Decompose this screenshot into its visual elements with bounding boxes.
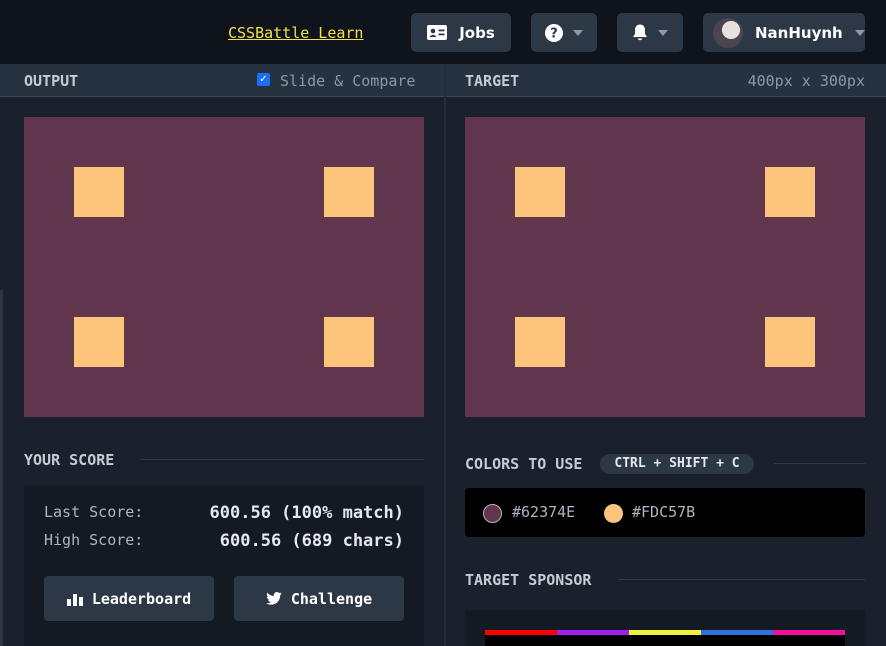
chevron-down-icon xyxy=(854,29,865,36)
panel-divider[interactable] xyxy=(444,64,446,646)
top-bar: CSSBattle Learn Jobs ? NanHuynh xyxy=(0,0,886,64)
section-divider xyxy=(140,459,424,460)
bell-icon xyxy=(633,24,647,40)
chevron-down-icon xyxy=(658,29,668,36)
output-title: OUTPUT xyxy=(24,72,79,90)
high-score-label: High Score: xyxy=(44,531,144,549)
target-panel-header: TARGET 400px x 300px xyxy=(446,64,886,97)
target-square-top-right xyxy=(765,167,815,217)
color-swatch-1[interactable] xyxy=(483,504,502,523)
svg-text:?: ? xyxy=(550,26,558,41)
cssbattle-learn-link[interactable]: CSSBattle Learn xyxy=(228,24,363,42)
slide-compare-checkbox[interactable]: ✓ xyxy=(257,73,270,86)
target-canvas[interactable] xyxy=(465,117,865,417)
slide-compare-label[interactable]: Slide & Compare xyxy=(280,72,415,90)
chevron-down-icon xyxy=(573,29,583,36)
help-menu-button[interactable]: ? xyxy=(531,13,597,52)
leaderboard-button[interactable]: Leaderboard xyxy=(44,576,214,621)
score-box: Last Score: 600.56 (100% match) High Sco… xyxy=(24,486,424,646)
target-square-bottom-right xyxy=(765,317,815,367)
output-square-top-right xyxy=(324,167,374,217)
user-menu-button[interactable]: NanHuynh xyxy=(703,13,865,52)
color-hex-2[interactable]: #FDC57B xyxy=(632,503,695,521)
user-name: NanHuynh xyxy=(755,23,843,42)
editor-edge xyxy=(0,290,3,646)
sponsor-box[interactable] xyxy=(465,610,865,646)
jobs-label: Jobs xyxy=(459,23,495,42)
color-swatch-2[interactable] xyxy=(604,504,623,523)
target-title: TARGET xyxy=(465,72,520,90)
output-square-bottom-left xyxy=(74,317,124,367)
notifications-button[interactable] xyxy=(617,13,683,52)
sponsor-banner xyxy=(485,635,845,646)
target-dimensions: 400px x 300px xyxy=(747,72,865,90)
color-hex-1[interactable]: #62374E xyxy=(512,503,575,521)
output-panel-header: OUTPUT ✓ Slide & Compare xyxy=(0,64,444,97)
id-card-icon xyxy=(427,25,448,40)
avatar xyxy=(713,17,743,48)
copy-colors-shortcut: CTRL + SHIFT + C xyxy=(600,454,754,474)
output-canvas[interactable] xyxy=(24,117,424,417)
question-circle-icon: ? xyxy=(545,23,563,42)
last-score-value: 600.56 (100% match) xyxy=(209,503,404,523)
bar-chart-icon xyxy=(66,593,83,606)
challenge-button[interactable]: Challenge xyxy=(234,576,404,621)
your-score-title: YOUR SCORE xyxy=(24,451,115,469)
twitter-icon xyxy=(266,592,282,605)
section-divider xyxy=(618,579,865,580)
output-square-top-left xyxy=(74,167,124,217)
target-square-bottom-left xyxy=(515,317,565,367)
output-square-bottom-right xyxy=(324,317,374,367)
target-square-top-left xyxy=(515,167,565,217)
leaderboard-label: Leaderboard xyxy=(91,589,192,608)
target-sponsor-title: TARGET SPONSOR xyxy=(465,571,592,589)
challenge-label: Challenge xyxy=(290,589,373,608)
jobs-button[interactable]: Jobs xyxy=(411,13,511,52)
section-divider xyxy=(774,463,865,464)
high-score-value: 600.56 (689 chars) xyxy=(219,531,404,551)
last-score-label: Last Score: xyxy=(44,503,144,521)
colors-to-use-title: COLORS TO USE xyxy=(465,455,583,473)
colors-box: #62374E #FDC57B xyxy=(465,488,865,537)
